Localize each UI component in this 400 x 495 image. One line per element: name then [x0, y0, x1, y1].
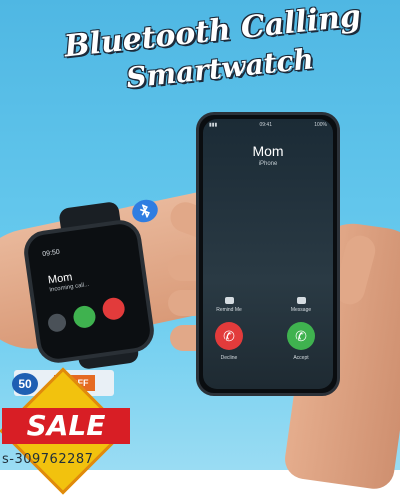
phone-hangup-icon: ✆ — [223, 327, 235, 344]
watch-accept-button[interactable] — [72, 304, 97, 330]
remind-me-button[interactable]: Remind Me — [209, 297, 249, 313]
discount-percent: 50 — [12, 373, 38, 395]
phone-battery: 100% — [314, 122, 327, 128]
accept-button[interactable]: ✆ — [287, 322, 315, 350]
sale-label: SALE — [2, 408, 130, 444]
message-icon — [296, 297, 306, 304]
bluetooth-icon-glyph — [139, 203, 150, 219]
smartwatch: 09:50 Mom Incoming call... — [21, 217, 157, 366]
phone-caller-sub: iPhone — [258, 161, 278, 167]
phone-screen: ▮▮▮ 09:41 100% Mom iPhone Remind Me Mess… — [203, 119, 333, 389]
product-sku: s-309762287 — [2, 452, 94, 467]
phone-signal-icon: ▮▮▮ — [209, 122, 218, 128]
phone-accept-icon: ✆ — [295, 327, 307, 344]
watch-mute-button[interactable] — [46, 312, 68, 333]
alarm-icon — [224, 297, 234, 304]
message-label: Message — [290, 307, 312, 313]
watch-time: 09:50 — [41, 248, 61, 259]
message-button[interactable]: Message — [281, 297, 321, 313]
smartphone: ▮▮▮ 09:41 100% Mom iPhone Remind Me Mess… — [196, 112, 340, 396]
remind-me-label: Remind Me — [216, 307, 242, 313]
phone-caller-name: Mom — [252, 143, 284, 159]
decline-button[interactable]: ✆ — [215, 322, 243, 350]
accept-label: Accept — [293, 355, 309, 361]
phone-status-bar: ▮▮▮ 09:41 100% — [209, 122, 327, 128]
watch-decline-button[interactable] — [101, 296, 127, 322]
decline-label: Decline — [220, 355, 238, 361]
phone-status-time: 09:41 — [259, 122, 272, 128]
